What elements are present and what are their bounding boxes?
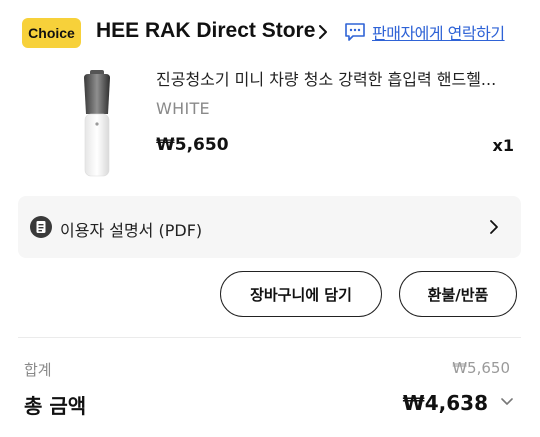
product-thumbnail[interactable]	[58, 64, 138, 182]
subtotal-value: ₩5,650	[452, 359, 510, 377]
chevron-right-icon[interactable]	[316, 23, 330, 41]
chevron-right-icon	[490, 220, 498, 234]
contact-seller-label[interactable]: 판매자에게 연락하기	[372, 20, 505, 44]
total-label: 총 금액	[24, 394, 87, 418]
user-manual-row[interactable]: 이용자 설명서 (PDF)	[18, 196, 521, 258]
product-title[interactable]: 진공청소기 미니 차량 청소 강력한 흡입력 핸드헬...	[156, 66, 511, 90]
store-name-link[interactable]: HEE RAK Direct Store	[96, 19, 315, 43]
document-icon	[30, 216, 52, 238]
chat-bubble-icon	[345, 23, 365, 41]
divider	[18, 337, 521, 338]
contact-seller-link[interactable]: 판매자에게 연락하기	[344, 20, 505, 44]
choice-badge: Choice	[22, 18, 81, 48]
add-to-cart-button[interactable]: 장바구니에 담기	[220, 271, 382, 317]
user-manual-label: 이용자 설명서 (PDF)	[60, 221, 203, 240]
refund-return-button[interactable]: 환불/반품	[399, 271, 517, 317]
total-value[interactable]: ₩4,638	[403, 391, 488, 415]
chevron-down-icon[interactable]	[500, 397, 514, 407]
product-variant: WHITE	[156, 99, 210, 118]
product-quantity: x1	[492, 136, 514, 155]
store-header: Choice HEE RAK Direct Store 판매자에게 연락하기	[22, 14, 522, 52]
subtotal-label: 합계	[24, 361, 52, 379]
product-price: ₩5,650	[156, 135, 229, 155]
